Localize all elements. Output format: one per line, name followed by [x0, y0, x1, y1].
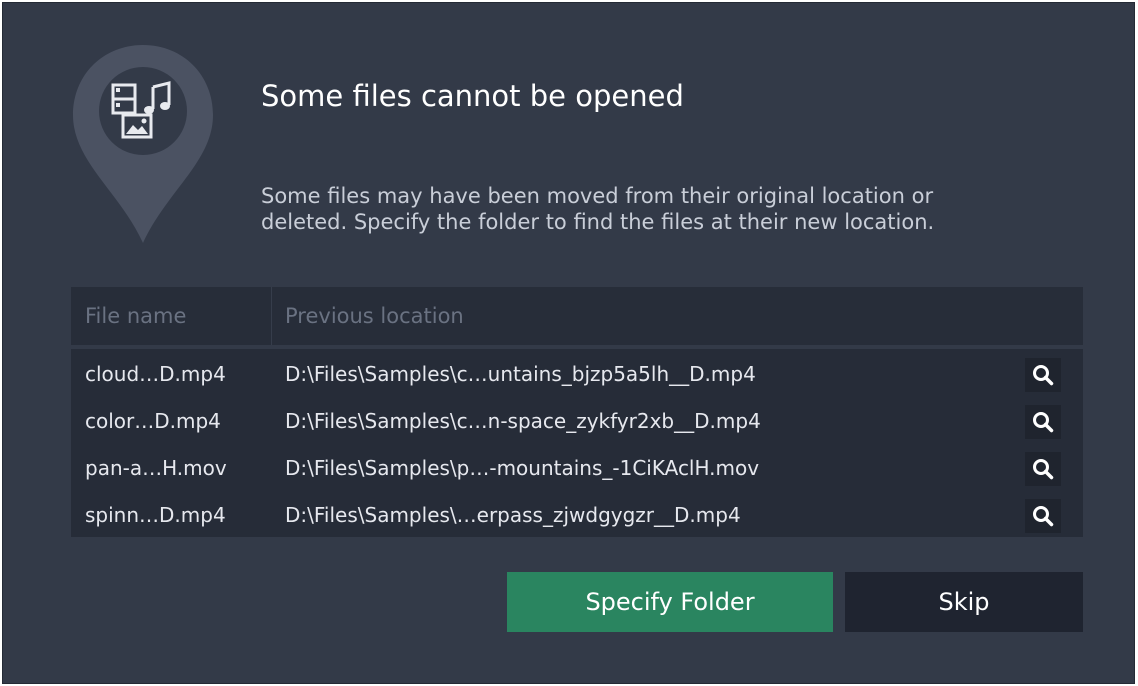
- table-header: File name Previous location: [71, 287, 1083, 345]
- previous-location-cell: D:\Files\Samples\c…n-space_zykfyr2xb__D.…: [285, 409, 761, 433]
- file-name-cell: pan-a…H.mov: [85, 456, 227, 480]
- locate-file-button[interactable]: [1025, 452, 1061, 486]
- file-name-cell: color…D.mp4: [85, 409, 221, 433]
- table-row: cloud…D.mp4 D:\Files\Samples\c…untains_b…: [71, 351, 1083, 398]
- table-body: cloud…D.mp4 D:\Files\Samples\c…untains_b…: [71, 349, 1083, 537]
- description-line: Some files may have been moved from thei…: [261, 184, 934, 208]
- column-header-file-name: File name: [85, 304, 187, 328]
- column-divider: [271, 287, 272, 345]
- table-row: pan-a…H.mov D:\Files\Samples\p…-mountain…: [71, 445, 1083, 492]
- file-name-cell: spinn…D.mp4: [85, 503, 226, 527]
- search-icon: [1033, 459, 1054, 480]
- missing-files-table: File name Previous location cloud…D.mp4 …: [71, 287, 1083, 537]
- file-name-cell: cloud…D.mp4: [85, 362, 226, 386]
- missing-files-dialog: Some files cannot be opened Some files m…: [2, 2, 1135, 684]
- description-line: deleted. Specify the folder to find the …: [261, 210, 935, 234]
- previous-location-cell: D:\Files\Samples\…erpass_zjwdgygzr__D.mp…: [285, 503, 741, 527]
- search-icon: [1033, 506, 1054, 527]
- dialog-title: Some files cannot be opened: [261, 79, 684, 113]
- search-icon: [1033, 365, 1054, 386]
- column-header-previous-location: Previous location: [285, 304, 464, 328]
- table-row: color…D.mp4 D:\Files\Samples\c…n-space_z…: [71, 398, 1083, 445]
- previous-location-cell: D:\Files\Samples\c…untains_bjzp5a5lh__D.…: [285, 362, 756, 386]
- previous-location-cell: D:\Files\Samples\p…-mountains_-1CiKAclH.…: [285, 456, 760, 480]
- media-files-pin-icon: [69, 43, 217, 245]
- dialog-description: Some files may have been moved from thei…: [261, 183, 1081, 235]
- specify-folder-button[interactable]: Specify Folder: [507, 572, 833, 632]
- locate-file-button[interactable]: [1025, 405, 1061, 439]
- locate-file-button[interactable]: [1025, 499, 1061, 533]
- search-icon: [1033, 412, 1054, 433]
- locate-file-button[interactable]: [1025, 358, 1061, 392]
- table-row: spinn…D.mp4 D:\Files\Samples\…erpass_zjw…: [71, 492, 1083, 539]
- skip-button[interactable]: Skip: [845, 572, 1083, 632]
